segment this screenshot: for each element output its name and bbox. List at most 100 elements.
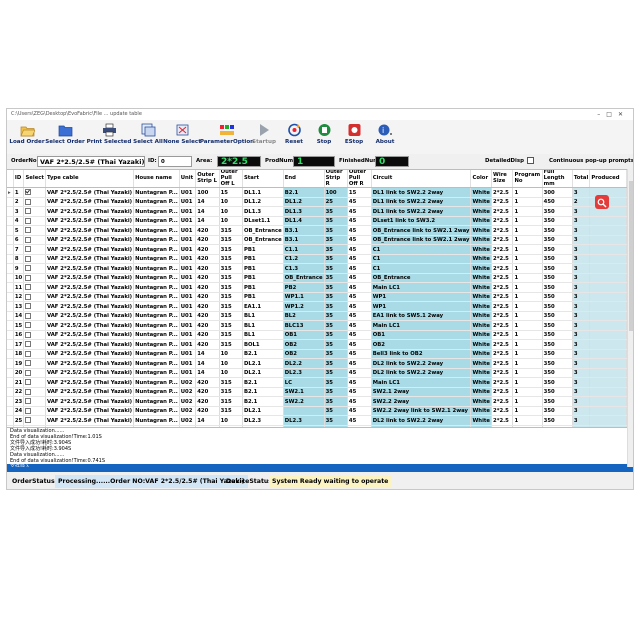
table-row[interactable]: 21 VAF 2*2.5/2.5# (Thai Yazaki) Nuntagran … — [7, 377, 627, 388]
row-select-checkbox-cell[interactable] — [23, 225, 46, 236]
table-row[interactable]: 7 VAF 2*2.5/2.5# (Thai Yazaki) Nuntagran P… — [7, 244, 627, 255]
row-select-checkbox-cell[interactable] — [23, 244, 46, 255]
row-select-checkbox-cell[interactable] — [23, 197, 46, 208]
row-select-checkbox[interactable] — [25, 417, 32, 424]
row-select-checkbox-cell[interactable] — [23, 254, 46, 265]
column-header[interactable]: Program No — [512, 170, 543, 189]
row-select-checkbox[interactable] — [25, 208, 32, 215]
none-select-button[interactable]: None Select — [163, 122, 201, 152]
row-select-checkbox[interactable] — [25, 398, 32, 405]
table-row[interactable]: 13 VAF 2*2.5/2.5# (Thai Yazaki) Nuntagran … — [7, 301, 627, 312]
row-select-checkbox-cell[interactable] — [23, 339, 46, 350]
column-header[interactable]: Color — [470, 170, 493, 189]
row-select-checkbox[interactable] — [25, 322, 32, 329]
stop-button[interactable]: Stop — [311, 122, 337, 152]
table-row[interactable]: 2 VAF 2*2.5/2.5# (Thai Yazaki) Nuntagran P… — [7, 197, 627, 208]
row-select-checkbox[interactable] — [25, 303, 32, 310]
parameter-option-button[interactable]: ParameterOption — [200, 122, 254, 152]
order-no-field[interactable]: VAF 2*2.5/2.5# (Thai Yazaki) — [37, 156, 145, 167]
print-selected-button[interactable]: Print Selected — [87, 122, 131, 152]
about-button[interactable]: i About — [371, 122, 399, 152]
log-scrollbar[interactable] — [627, 427, 633, 467]
row-select-checkbox[interactable] — [25, 274, 32, 281]
row-select-checkbox[interactable] — [25, 293, 32, 300]
row-select-checkbox[interactable] — [25, 350, 32, 357]
row-select-checkbox-cell[interactable] — [23, 292, 46, 303]
order-grid[interactable]: ID Select Type cable House name Unit Outer St… — [7, 169, 627, 428]
column-header[interactable]: Full Length mm — [542, 170, 573, 189]
column-header[interactable]: ID — [13, 170, 25, 189]
column-header[interactable]: Type cable — [45, 170, 135, 189]
estop-button[interactable]: EStop — [341, 122, 367, 152]
column-header[interactable]: Outer Pull Off L — [219, 170, 243, 189]
table-row[interactable]: 25 VAF 2*2.5/2.5# (Thai Yazaki) Nuntagran … — [7, 415, 627, 426]
row-select-checkbox[interactable] — [25, 236, 32, 243]
table-row[interactable]: 17 VAF 2*2.5/2.5# (Thai Yazaki) Nuntagran … — [7, 339, 627, 350]
row-select-checkbox-cell[interactable] — [23, 358, 46, 369]
row-select-checkbox[interactable] — [25, 217, 32, 224]
detailed-disp-toggle[interactable]: DetailedDisp — [485, 154, 534, 169]
row-select-checkbox-cell[interactable] — [23, 387, 46, 398]
column-header[interactable]: Outer Pull Off R — [347, 170, 372, 189]
scrollbar-thumb[interactable] — [629, 181, 633, 331]
startup-button[interactable]: Startup — [251, 122, 277, 152]
table-row[interactable]: 19 VAF 2*2.5/2.5# (Thai Yazaki) Nuntagran … — [7, 358, 627, 369]
table-row[interactable]: 22 VAF 2*2.5/2.5# (Thai Yazaki) Nuntagran … — [7, 387, 627, 398]
table-row[interactable]: 15 VAF 2*2.5/2.5# (Thai Yazaki) Nuntagran … — [7, 320, 627, 331]
column-header[interactable]: Outer Strip R — [324, 170, 348, 189]
column-header[interactable]: Start — [242, 170, 284, 189]
table-row[interactable]: 24 VAF 2*2.5/2.5# (Thai Yazaki) Nuntagran … — [7, 406, 627, 417]
row-select-checkbox-cell[interactable] — [23, 330, 46, 341]
row-select-checkbox-cell[interactable] — [23, 282, 46, 293]
row-select-checkbox-cell[interactable] — [23, 320, 46, 331]
column-header[interactable]: Unit — [179, 170, 197, 189]
row-select-checkbox[interactable] — [25, 246, 32, 253]
row-select-checkbox[interactable] — [25, 369, 32, 376]
row-select-checkbox[interactable] — [25, 284, 32, 291]
row-select-checkbox[interactable] — [25, 407, 32, 414]
table-row[interactable]: 4 VAF 2*2.5/2.5# (Thai Yazaki) Nuntagran P… — [7, 216, 627, 227]
row-select-checkbox[interactable] — [25, 198, 32, 205]
table-row[interactable]: 5 VAF 2*2.5/2.5# (Thai Yazaki) Nuntagran P… — [7, 225, 627, 236]
load-order-button[interactable]: Load Order — [9, 122, 45, 152]
row-select-checkbox-cell[interactable] — [23, 301, 46, 312]
column-header[interactable]: Wire Size — [491, 170, 514, 189]
column-header[interactable]: Select — [23, 170, 46, 189]
table-row[interactable]: 8 VAF 2*2.5/2.5# (Thai Yazaki) Nuntagran P… — [7, 254, 627, 265]
table-row[interactable]: 9 VAF 2*2.5/2.5# (Thai Yazaki) Nuntagran P… — [7, 263, 627, 274]
row-select-checkbox[interactable] — [25, 379, 32, 386]
detailed-disp-checkbox[interactable] — [526, 157, 534, 164]
select-order-button[interactable]: Select Order — [45, 122, 85, 152]
continuous-popup-toggle[interactable]: Continuous pop-up prompts — [549, 154, 633, 169]
row-select-checkbox-cell[interactable] — [23, 206, 46, 217]
column-header[interactable]: Circuit — [371, 170, 472, 189]
table-row[interactable]: 12 VAF 2*2.5/2.5# (Thai Yazaki) Nuntagran … — [7, 292, 627, 303]
row-select-checkbox-cell[interactable] — [23, 273, 46, 284]
row-select-checkbox-cell[interactable] — [23, 263, 46, 274]
reset-button[interactable]: Reset — [281, 122, 307, 152]
row-select-checkbox[interactable] — [25, 255, 32, 262]
select-all-button[interactable]: Select All — [133, 122, 163, 152]
row-select-checkbox[interactable] — [25, 341, 32, 348]
table-row[interactable]: ▸ 1 VAF 2*2.5/2.5# (Thai Yazaki) Nuntagran … — [7, 187, 627, 198]
table-row[interactable]: 3 VAF 2*2.5/2.5# (Thai Yazaki) Nuntagran P… — [7, 206, 627, 217]
row-select-checkbox-cell[interactable] — [23, 368, 46, 379]
table-row[interactable]: 10 VAF 2*2.5/2.5# (Thai Yazaki) Nuntagran … — [7, 273, 627, 284]
column-header[interactable]: House name — [133, 170, 180, 189]
search-button[interactable] — [595, 195, 609, 209]
table-row[interactable]: 6 VAF 2*2.5/2.5# (Thai Yazaki) Nuntagran P… — [7, 235, 627, 246]
row-select-checkbox-cell[interactable] — [23, 216, 46, 227]
column-header[interactable]: End — [283, 170, 325, 189]
row-select-checkbox[interactable] — [25, 312, 32, 319]
table-row[interactable]: 16 VAF 2*2.5/2.5# (Thai Yazaki) Nuntagran … — [7, 330, 627, 341]
row-select-checkbox-cell[interactable] — [23, 415, 46, 426]
row-select-checkbox[interactable] — [25, 227, 32, 234]
row-select-checkbox-cell[interactable] — [23, 377, 46, 388]
row-select-checkbox-cell[interactable] — [23, 406, 46, 417]
row-select-checkbox[interactable] — [25, 189, 32, 196]
table-row[interactable]: 14 VAF 2*2.5/2.5# (Thai Yazaki) Nuntagran … — [7, 311, 627, 322]
row-select-checkbox-cell[interactable] — [23, 311, 46, 322]
table-row[interactable]: 23 VAF 2*2.5/2.5# (Thai Yazaki) Nuntagran … — [7, 396, 627, 407]
window-controls[interactable]: –□✕ — [597, 109, 629, 120]
row-select-checkbox-cell[interactable] — [23, 187, 46, 198]
